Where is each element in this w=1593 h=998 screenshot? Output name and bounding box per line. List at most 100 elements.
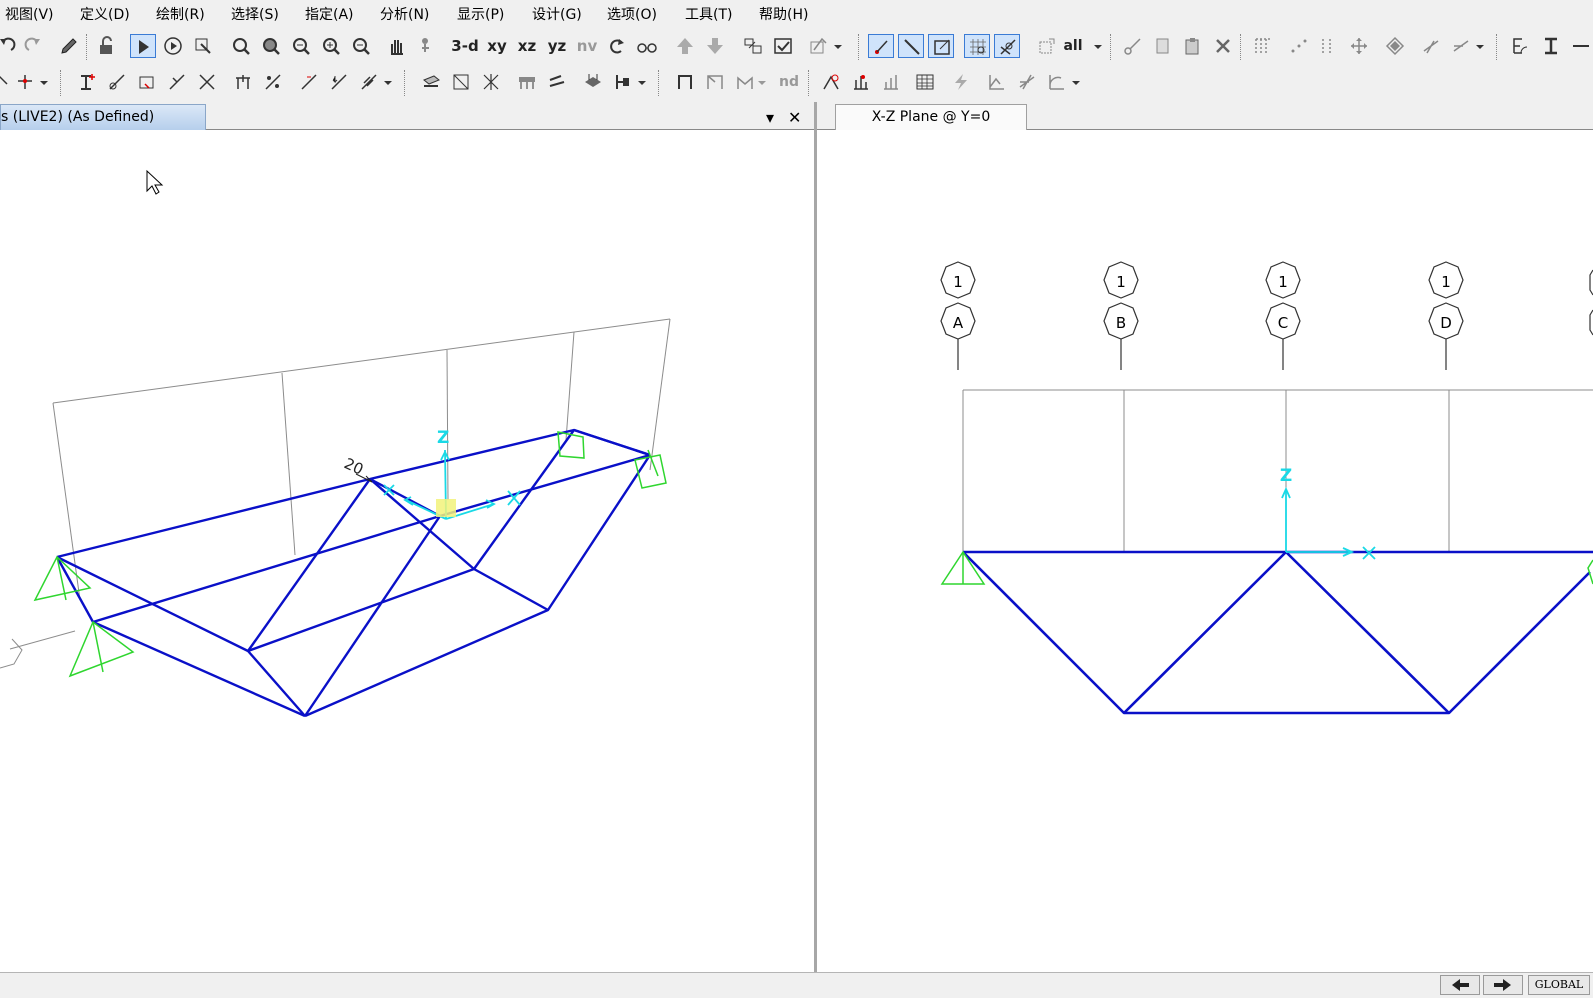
frame-sections-button[interactable] (74, 70, 100, 94)
menu-select[interactable]: 选择(S) (231, 4, 279, 24)
move-up-button[interactable] (672, 34, 698, 58)
tab-xz-plane[interactable]: X-Z Plane @ Y=0 (835, 104, 1027, 130)
paste-button[interactable] (1180, 34, 1206, 58)
view-xz-button[interactable]: xz (512, 34, 542, 58)
menu-options[interactable]: 选项(O) (607, 4, 657, 24)
divide-button[interactable] (1286, 34, 1312, 58)
viewport-3d[interactable]: 20 Z (0, 130, 814, 972)
pointer-button[interactable] (130, 34, 156, 58)
cut-button[interactable] (1120, 34, 1146, 58)
edit-lines-dropdown[interactable] (1472, 34, 1486, 58)
redo-button[interactable] (20, 34, 46, 58)
perspective-button[interactable] (634, 34, 660, 58)
select-all-dropdown[interactable] (1090, 34, 1104, 58)
frame-tension-button[interactable] (260, 70, 286, 94)
pushover-button[interactable] (1044, 70, 1070, 94)
frame-distributed-load-button[interactable] (356, 70, 382, 94)
area-temperature-button[interactable] (610, 70, 636, 94)
rotate-view-button[interactable] (604, 34, 630, 58)
previous-view-button[interactable] (1440, 975, 1480, 995)
show-deformed-button[interactable] (818, 70, 844, 94)
select-pointer-button[interactable] (1034, 34, 1060, 58)
frame-loads-dropdown[interactable] (380, 70, 394, 94)
menu-assign[interactable]: 指定(A) (305, 4, 354, 24)
coordinate-system-selector[interactable]: GLOBAL (1528, 975, 1590, 995)
draw-frame-chain-button[interactable] (672, 70, 698, 94)
close-icon[interactable]: ✕ (788, 108, 801, 127)
lock-model-button[interactable] (190, 34, 216, 58)
tab-3d-view[interactable]: s (LIVE2) (As Defined) (0, 104, 206, 130)
window-dropdown-icon[interactable]: ▾ (766, 108, 774, 127)
menu-help[interactable]: 帮助(H) (759, 4, 808, 24)
snap-intersection-button[interactable] (994, 34, 1020, 58)
show-tables-button[interactable] (912, 70, 938, 94)
edit-lines-button[interactable] (1448, 34, 1474, 58)
area-loads-button[interactable] (514, 70, 540, 94)
run-button[interactable] (160, 34, 186, 58)
lightning-button[interactable] (948, 70, 974, 94)
viewport-xz-plane[interactable]: 1 A 1 B 1 C 1 D Z (817, 130, 1593, 972)
i-section-button[interactable] (1538, 34, 1564, 58)
frame-insertion-button[interactable] (164, 70, 190, 94)
menu-view[interactable]: 视图(V) (5, 4, 54, 24)
merge-button[interactable] (1316, 34, 1342, 58)
view-xy-button[interactable]: xy (482, 34, 512, 58)
draw-truss-button[interactable] (702, 70, 728, 94)
area-gravity-button[interactable] (544, 70, 570, 94)
zoom-window-button[interactable] (228, 34, 254, 58)
zoom-full-button[interactable] (258, 34, 284, 58)
section-designer-button[interactable] (1508, 34, 1534, 58)
draw-frame-button[interactable] (898, 34, 924, 58)
area-loads-dropdown[interactable] (634, 70, 648, 94)
show-stresses-button[interactable] (878, 70, 904, 94)
frame-local-axes-button[interactable] (134, 70, 160, 94)
copy-button[interactable] (1150, 34, 1176, 58)
joint-loads-button[interactable] (12, 70, 38, 94)
frame-point-load-button[interactable] (326, 70, 352, 94)
delete-button[interactable] (1210, 34, 1236, 58)
area-pressure-button[interactable] (580, 70, 606, 94)
snap-grid-button[interactable] (964, 34, 990, 58)
next-view-button[interactable] (1483, 975, 1523, 995)
draw-area-button[interactable] (928, 34, 954, 58)
menu-analyze[interactable]: 分析(N) (380, 4, 429, 24)
plot-functions-button[interactable] (984, 70, 1010, 94)
dash-button[interactable] (1566, 34, 1592, 58)
menu-design[interactable]: 设计(G) (532, 4, 582, 24)
move-down-button[interactable] (702, 34, 728, 58)
pushover-dropdown[interactable] (1068, 70, 1082, 94)
area-mesh-button[interactable] (478, 70, 504, 94)
show-undeformed-button[interactable] (740, 34, 766, 58)
menu-define[interactable]: 定义(D) (80, 4, 130, 24)
check-model-button[interactable] (770, 34, 796, 58)
draw-point-button[interactable] (868, 34, 894, 58)
select-all-button[interactable]: all (1058, 34, 1088, 58)
align-button[interactable] (1382, 34, 1408, 58)
pencil-button[interactable] (56, 34, 82, 58)
frame-output-station-button[interactable] (230, 70, 256, 94)
frame-releases-button[interactable] (104, 70, 130, 94)
replicate-button[interactable] (1250, 34, 1276, 58)
draw-link-dropdown[interactable] (754, 70, 768, 94)
view-nv-button[interactable]: nv (572, 34, 602, 58)
move-button[interactable] (1346, 34, 1372, 58)
menu-draw[interactable]: 绘制(R) (156, 4, 205, 24)
nd-button[interactable]: nd (774, 70, 804, 94)
view-3d-button[interactable]: 3-d (450, 34, 480, 58)
zoom-in-button[interactable] (318, 34, 344, 58)
extrude-button[interactable] (1418, 34, 1444, 58)
show-forces-button[interactable] (848, 70, 874, 94)
set-display-dropdown[interactable] (830, 34, 844, 58)
frame-moment-button[interactable] (296, 70, 322, 94)
pan-button[interactable] (384, 34, 410, 58)
zoom-out-button[interactable] (348, 34, 374, 58)
menu-tools[interactable]: 工具(T) (685, 4, 732, 24)
menu-display[interactable]: 显示(P) (457, 4, 504, 24)
virtual-work-button[interactable] (1014, 70, 1040, 94)
rotate-3d-button[interactable] (414, 34, 440, 58)
set-display-button[interactable] (806, 34, 832, 58)
joint-loads-dropdown[interactable] (36, 70, 50, 94)
view-yz-button[interactable]: yz (542, 34, 572, 58)
undo-button[interactable] (0, 34, 20, 58)
zoom-previous-button[interactable] (288, 34, 314, 58)
